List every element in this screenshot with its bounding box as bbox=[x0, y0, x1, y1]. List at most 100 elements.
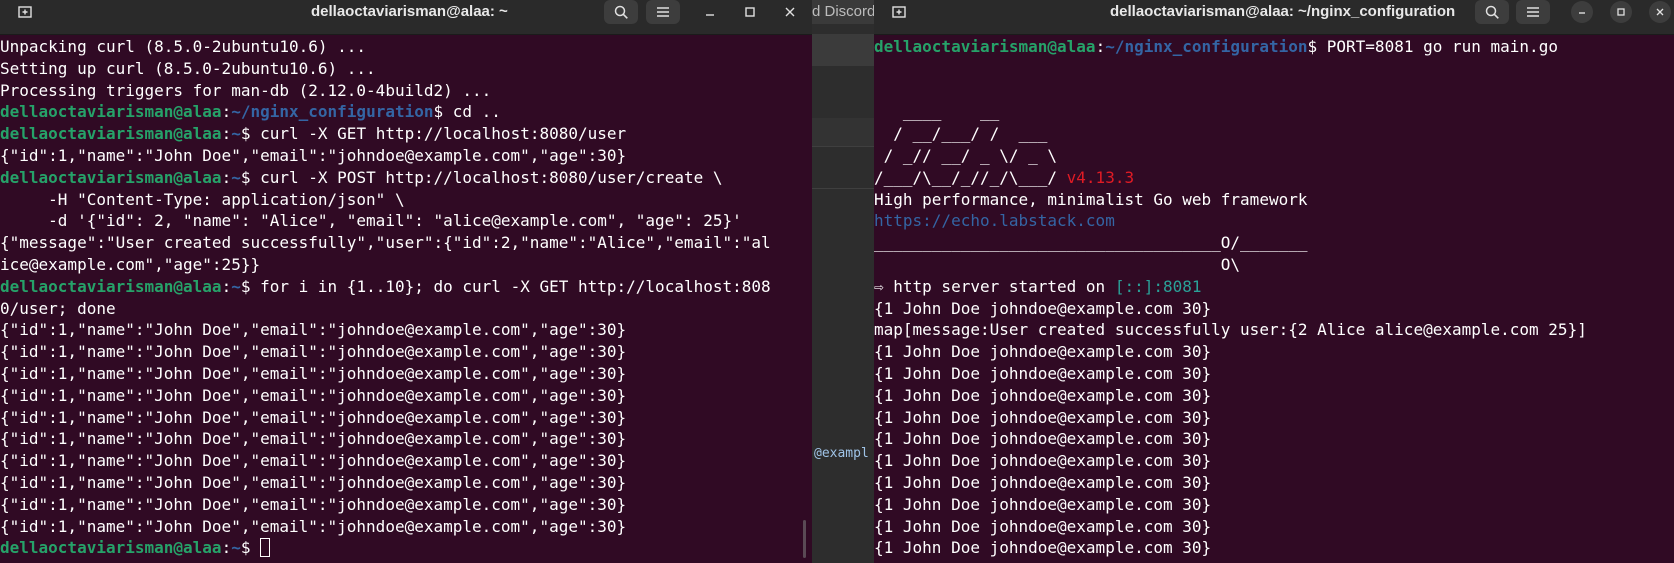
terminal-line: {1 John Doe johndoe@example.com 30} bbox=[874, 407, 1674, 429]
terminal-text: $ for i in {1..10}; do curl -X GET http:… bbox=[240, 276, 771, 296]
terminal-line: ____________________________________O/__… bbox=[874, 232, 1674, 254]
new-tab-icon bbox=[892, 6, 906, 18]
terminal-text: $ cd .. bbox=[433, 102, 501, 122]
text-cursor bbox=[260, 538, 271, 558]
search-button[interactable] bbox=[1475, 0, 1509, 24]
terminal-text: {"id":1,"name":"John Doe","email":"johnd… bbox=[0, 472, 627, 492]
terminal-text: Processing triggers for man-db (2.12.0-4… bbox=[0, 80, 492, 100]
terminal-line: ice@example.com","age":25}} bbox=[0, 254, 812, 276]
terminal-text: -H "Content-Type: application/json" \ bbox=[0, 189, 405, 209]
close-button[interactable] bbox=[1649, 1, 1671, 23]
terminal-line: ____ __ bbox=[874, 101, 1674, 123]
terminal-text: {1 John Doe johndoe@example.com 30} bbox=[874, 407, 1212, 427]
close-icon bbox=[1656, 8, 1664, 16]
background-row bbox=[812, 188, 874, 189]
terminal-text: ⇨ http server started on bbox=[874, 276, 1115, 296]
terminal-text: : bbox=[221, 102, 232, 122]
maximize-icon bbox=[1617, 8, 1625, 16]
terminal-text: {"id":1,"name":"John Doe","email":"johnd… bbox=[0, 494, 627, 514]
minimize-button[interactable] bbox=[693, 0, 727, 24]
terminal-text: {"message":"User created successfully","… bbox=[0, 233, 771, 253]
new-tab-button[interactable] bbox=[8, 0, 42, 24]
prompt-path: ~ bbox=[231, 276, 241, 296]
minimize-icon bbox=[1579, 12, 1585, 14]
maximize-button[interactable] bbox=[733, 0, 767, 24]
prompt-user: dellaoctaviarisman@alaa bbox=[0, 276, 222, 296]
terminal-text: $ bbox=[240, 538, 261, 558]
terminal-line: {1 John Doe johndoe@example.com 30} bbox=[874, 298, 1674, 320]
terminal-line: dellaoctaviarisman@alaa:~/nginx_configur… bbox=[0, 101, 812, 123]
background-row bbox=[812, 146, 874, 147]
terminal-text: : bbox=[221, 167, 232, 187]
terminal-text: {"id":1,"name":"John Doe","email":"johnd… bbox=[0, 145, 627, 165]
prompt-path: ~/nginx_configuration bbox=[231, 102, 434, 122]
terminal-text: map[message:User created successfully us… bbox=[874, 320, 1587, 340]
terminal-line: -H "Content-Type: application/json" \ bbox=[0, 189, 812, 211]
terminal-line: {1 John Doe johndoe@example.com 30} bbox=[874, 385, 1674, 407]
terminal-line: {1 John Doe johndoe@example.com 30} bbox=[874, 341, 1674, 363]
prompt-user: dellaoctaviarisman@alaa bbox=[874, 37, 1096, 56]
scrollbar[interactable] bbox=[803, 520, 806, 558]
prompt-user: dellaoctaviarisman@alaa bbox=[0, 167, 222, 187]
terminal-line: {"id":1,"name":"John Doe","email":"johnd… bbox=[0, 385, 812, 407]
background-text: @exampl bbox=[814, 446, 869, 461]
terminal-text: {"id":1,"name":"John Doe","email":"johnd… bbox=[0, 320, 627, 340]
minimize-button[interactable] bbox=[1571, 1, 1593, 23]
terminal-line: {1 John Doe johndoe@example.com 30} bbox=[874, 516, 1674, 538]
terminal-line: Setting up curl (8.5.0-2ubuntu10.6) ... bbox=[0, 58, 812, 80]
terminal-text: : bbox=[1095, 37, 1106, 56]
terminal-line: {1 John Doe johndoe@example.com 30} bbox=[874, 494, 1674, 516]
new-tab-button[interactable] bbox=[882, 0, 916, 24]
terminal-line: {"id":1,"name":"John Doe","email":"johnd… bbox=[0, 494, 812, 516]
terminal-text: {1 John Doe johndoe@example.com 30} bbox=[874, 298, 1212, 318]
terminal-text: ____ __ bbox=[874, 102, 1000, 122]
terminal-line: dellaoctaviarisman@alaa:~$ bbox=[0, 537, 812, 559]
terminal-text: 0/user; done bbox=[0, 298, 116, 318]
terminal-text: {1 John Doe johndoe@example.com 30} bbox=[874, 451, 1212, 471]
prompt-path: ~ bbox=[231, 124, 241, 144]
terminal-line: Processing triggers for man-db (2.12.0-4… bbox=[0, 80, 812, 102]
terminal-text: $ PORT=8081 go run main.go bbox=[1307, 37, 1558, 56]
title-bar: dellaoctaviarisman@alaa: ~ bbox=[0, 0, 812, 35]
terminal-text: {1 John Doe johndoe@example.com 30} bbox=[874, 494, 1212, 514]
close-button[interactable] bbox=[773, 0, 807, 24]
background-row bbox=[812, 118, 874, 146]
terminal-line: 0/user; done bbox=[0, 298, 812, 320]
terminal-text: [::]:8081 bbox=[1114, 276, 1202, 296]
terminal-line: -d '{"id": 2, "name": "Alice", "email": … bbox=[0, 210, 812, 232]
search-icon bbox=[1485, 5, 1499, 19]
terminal-line: High performance, minimalist Go web fram… bbox=[874, 189, 1674, 211]
terminal-line: {1 John Doe johndoe@example.com 30} bbox=[874, 537, 1674, 559]
terminal-output[interactable]: Unpacking curl (8.5.0-2ubuntu10.6) ... Se… bbox=[0, 34, 812, 563]
prompt-user: dellaoctaviarisman@alaa bbox=[0, 102, 222, 122]
terminal-text: : bbox=[221, 124, 232, 144]
new-tab-icon bbox=[18, 6, 32, 18]
terminal-text: {1 John Doe johndoe@example.com 30} bbox=[874, 363, 1212, 383]
terminal-output[interactable]: dellaoctaviarisman@alaa:~/nginx_configur… bbox=[874, 34, 1674, 563]
search-button[interactable] bbox=[604, 0, 638, 24]
prompt-user: dellaoctaviarisman@alaa bbox=[0, 538, 222, 558]
maximize-button[interactable] bbox=[1610, 1, 1632, 23]
background-toolbar bbox=[812, 34, 874, 66]
terminal-line: dellaoctaviarisman@alaa:~$ for i in {1..… bbox=[0, 276, 812, 298]
maximize-icon bbox=[745, 7, 755, 17]
terminal-text: {1 John Doe johndoe@example.com 30} bbox=[874, 472, 1212, 492]
prompt-path: ~ bbox=[231, 167, 241, 187]
terminal-line: {1 John Doe johndoe@example.com 30} bbox=[874, 363, 1674, 385]
menu-button[interactable] bbox=[646, 0, 680, 24]
terminal-text: v4.13.3 bbox=[1066, 167, 1135, 187]
menu-icon bbox=[1527, 7, 1539, 17]
terminal-line: {1 John Doe johndoe@example.com 30} bbox=[874, 472, 1674, 494]
terminal-line: {1 John Doe johndoe@example.com 30} bbox=[874, 428, 1674, 450]
terminal-text: Setting up curl (8.5.0-2ubuntu10.6) ... bbox=[0, 58, 376, 78]
terminal-line: {"id":1,"name":"John Doe","email":"johnd… bbox=[0, 472, 812, 494]
terminal-text: {"id":1,"name":"John Doe","email":"johnd… bbox=[0, 516, 627, 536]
terminal-window-left: dellaoctaviarisman@alaa: ~ Unpacking cur… bbox=[0, 0, 812, 563]
terminal-text: -d '{"id": 2, "name": "Alice", "email": … bbox=[0, 211, 742, 231]
background-window[interactable]: d Discord @exampl bbox=[812, 0, 874, 563]
terminal-text: High performance, minimalist Go web fram… bbox=[874, 189, 1308, 209]
menu-button[interactable] bbox=[1516, 0, 1550, 24]
terminal-text: {1 John Doe johndoe@example.com 30} bbox=[874, 429, 1212, 449]
